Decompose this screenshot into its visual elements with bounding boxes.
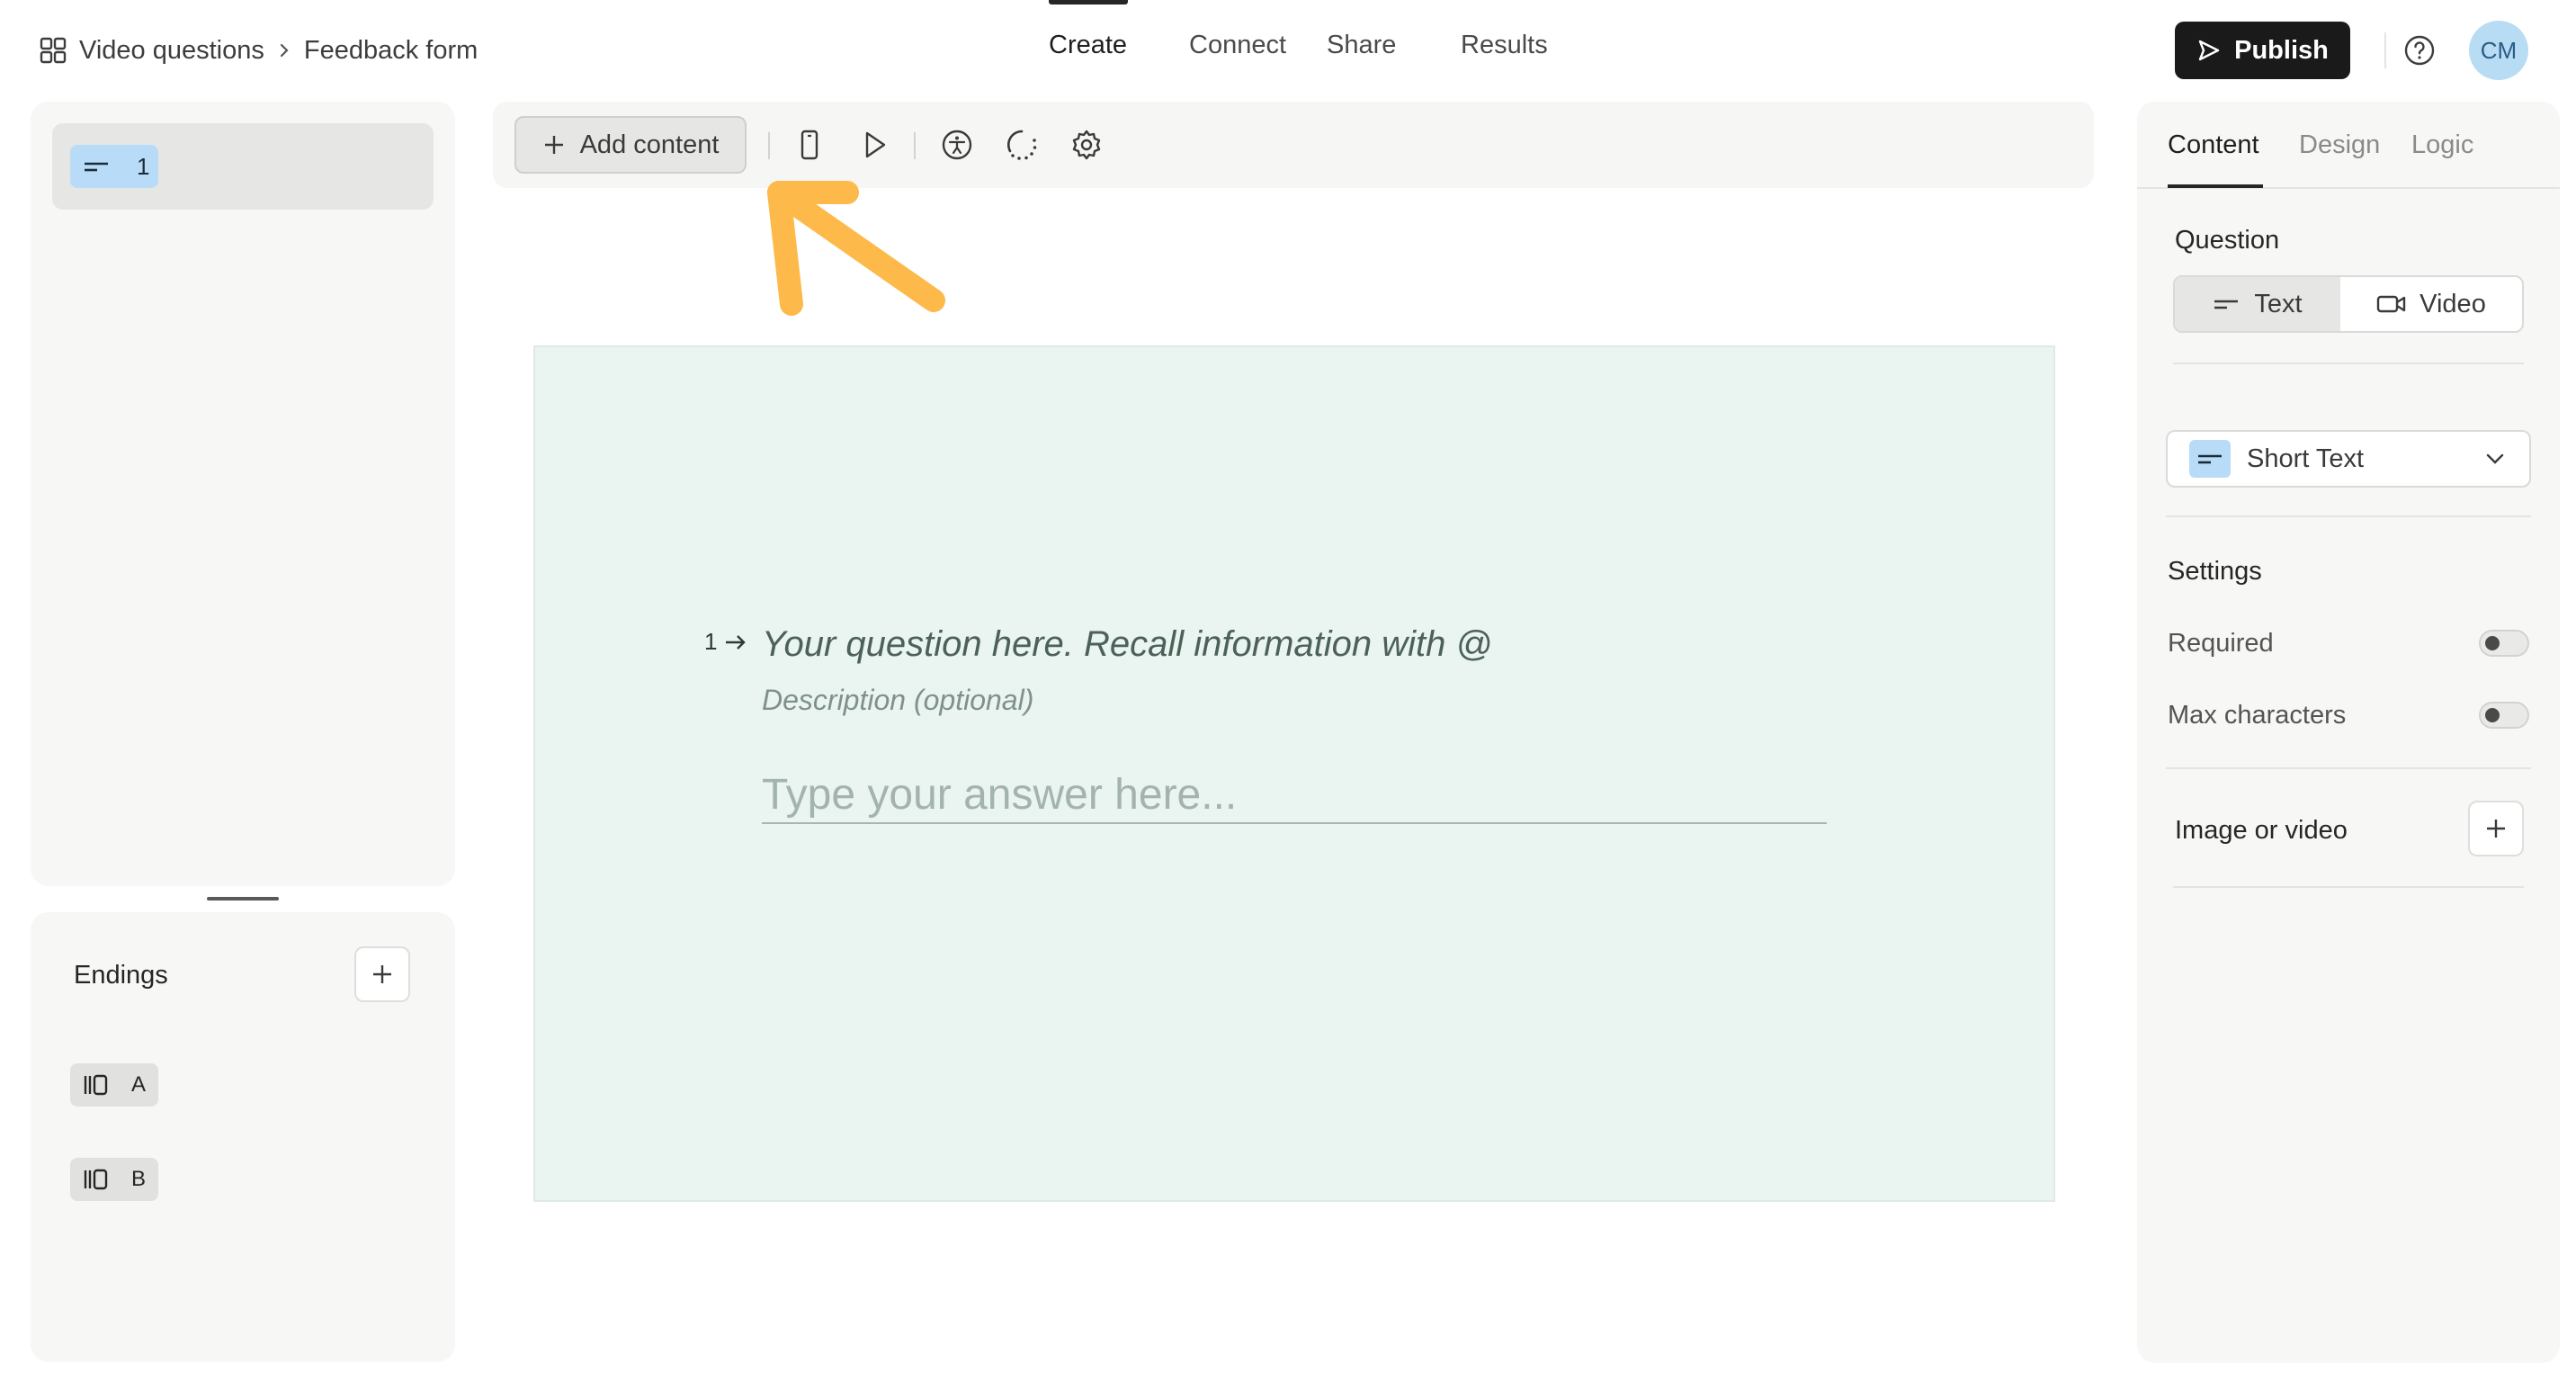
question-number-label: 1 (704, 628, 747, 656)
annotation-arrow-icon (767, 181, 945, 316)
section-divider (2173, 363, 2524, 364)
section-divider (2173, 886, 2524, 888)
mobile-preview-icon[interactable] (792, 127, 827, 163)
top-bar: Video questions Feedback form Create Con… (0, 0, 2576, 101)
section-divider (2166, 767, 2531, 769)
add-content-label: Add content (579, 130, 720, 159)
publish-label: Publish (2234, 35, 2329, 65)
help-icon[interactable] (2400, 31, 2439, 70)
question-number: 1 (137, 152, 150, 180)
breadcrumb-form[interactable]: Feedback form (304, 36, 478, 66)
question-type-value: Short Text (2247, 444, 2365, 473)
add-content-button[interactable]: Add content (514, 116, 747, 174)
properties-panel: Content Design Logic Question Text Video (2137, 102, 2560, 1363)
add-media-button[interactable] (2468, 801, 2524, 856)
arrow-right-icon (726, 634, 747, 650)
video-camera-icon (2376, 295, 2406, 313)
question-list-panel: 1 (31, 102, 455, 886)
breadcrumb-workspace[interactable]: Video questions (79, 36, 264, 66)
loading-circle-icon[interactable] (1004, 127, 1040, 163)
ending-icon (84, 1074, 108, 1096)
add-ending-button[interactable] (354, 946, 410, 1002)
format-text-label: Text (2254, 289, 2303, 318)
tab-content[interactable]: Content (2168, 130, 2259, 160)
max-characters-label: Max characters (2168, 701, 2347, 730)
short-text-icon (85, 162, 108, 172)
toolbar-divider (768, 132, 770, 159)
ending-label: A (131, 1072, 147, 1097)
format-video-option[interactable]: Video (2340, 277, 2522, 331)
chevron-right-icon (277, 41, 291, 59)
endings-title: Endings (74, 961, 168, 990)
grid-icon[interactable] (40, 37, 67, 64)
editor-toolbar: Add content (493, 102, 2094, 188)
plus-icon (544, 136, 563, 154)
question-number: 1 (704, 628, 718, 655)
nav-tab-create[interactable]: Create (1049, 31, 1127, 60)
required-label: Required (2168, 629, 2274, 658)
tab-active-indicator (2168, 184, 2263, 188)
tab-design[interactable]: Design (2299, 130, 2380, 160)
question-format-toggle: Text Video (2173, 275, 2524, 333)
short-text-badge: 1 (70, 145, 158, 188)
ending-icon (84, 1169, 108, 1190)
settings-label: Settings (2168, 557, 2262, 586)
panel-resize-handle[interactable] (207, 897, 279, 901)
question-section-label: Question (2175, 226, 2280, 255)
play-preview-icon[interactable] (856, 127, 892, 163)
send-icon (2198, 40, 2220, 61)
format-text-option[interactable]: Text (2175, 277, 2340, 331)
required-toggle[interactable] (2479, 630, 2529, 657)
tab-logic[interactable]: Logic (2411, 130, 2473, 160)
gear-icon[interactable] (1069, 127, 1105, 163)
accessibility-icon[interactable] (939, 127, 975, 163)
question-title-placeholder[interactable]: Your question here. Recall information w… (762, 624, 1492, 665)
section-divider (2166, 515, 2531, 517)
breadcrumb: Video questions Feedback form (40, 29, 478, 72)
format-video-label: Video (2419, 289, 2486, 318)
short-text-icon (2214, 300, 2239, 309)
ending-item-b[interactable]: B (70, 1158, 158, 1201)
toolbar-divider (914, 132, 916, 159)
nav-active-indicator (1049, 0, 1128, 4)
ending-item-a[interactable]: A (70, 1063, 158, 1107)
form-preview-canvas: 1 Your question here. Recall information… (533, 345, 2055, 1202)
question-description-placeholder[interactable]: Description (optional) (762, 684, 1033, 717)
nav-tab-connect[interactable]: Connect (1189, 31, 1286, 60)
avatar[interactable]: CM (2469, 21, 2528, 80)
question-type-dropdown[interactable]: Short Text (2166, 430, 2531, 488)
plus-icon (2487, 820, 2505, 838)
publish-button[interactable]: Publish (2175, 22, 2350, 79)
answer-input[interactable] (762, 766, 1827, 824)
endings-panel: Endings A B (31, 912, 455, 1362)
ending-label: B (131, 1167, 147, 1191)
chevron-down-icon (2486, 453, 2504, 464)
nav-tab-results[interactable]: Results (1461, 31, 1548, 60)
question-list-item[interactable]: 1 (52, 123, 434, 210)
image-or-video-label: Image or video (2175, 816, 2348, 845)
max-characters-toggle[interactable] (2479, 702, 2529, 729)
nav-tab-share[interactable]: Share (1327, 31, 1396, 60)
short-text-icon (2189, 440, 2231, 478)
plus-icon (373, 965, 391, 983)
header-divider (2384, 32, 2386, 68)
